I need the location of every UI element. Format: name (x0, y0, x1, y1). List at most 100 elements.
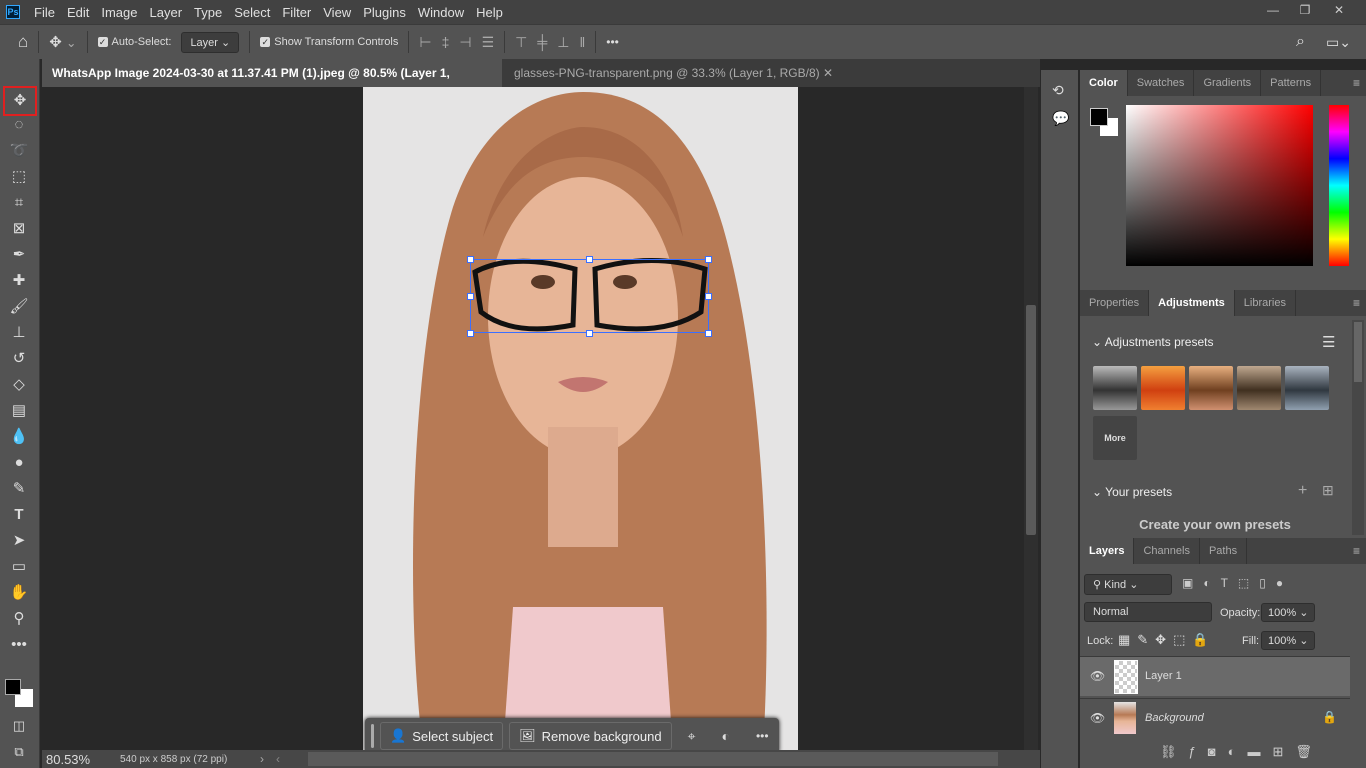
menu-help[interactable]: Help (476, 5, 503, 20)
restore-button[interactable]: ❐ (1288, 0, 1322, 22)
lock-icons[interactable]: ▦✎✥⬚🔒 (1118, 632, 1216, 648)
search-icon[interactable]: ⌕ (1296, 33, 1305, 51)
close-tab-icon[interactable]: ✕ (823, 66, 833, 80)
workspace-icon[interactable]: ▭⌄ (1326, 34, 1351, 51)
path-select-icon[interactable]: ➤ (8, 530, 30, 552)
select-subject-button[interactable]: 👤 Select subject (380, 722, 504, 750)
grid-view-icon[interactable]: ⊞ (1322, 482, 1334, 499)
distribute-icon[interactable]: ☰ (482, 34, 495, 51)
move-tool-icon[interactable]: ✥ (3, 86, 37, 116)
layer-name[interactable]: Background (1145, 712, 1204, 724)
foreground-color-swatch[interactable] (5, 679, 21, 695)
transform-handle[interactable] (586, 256, 593, 263)
foreground-color-swatch[interactable] (1090, 108, 1108, 126)
transform-handle[interactable] (467, 293, 474, 300)
layer-filter-dropdown[interactable]: ⚲ Kind ⌄ (1084, 574, 1172, 595)
tab-paths[interactable]: Paths (1200, 538, 1248, 564)
align-top-icon[interactable]: ⊤ (515, 34, 527, 51)
preset-thumbnail[interactable] (1093, 366, 1137, 410)
tab-libraries[interactable]: Libraries (1235, 290, 1296, 316)
preset-thumbnail[interactable] (1141, 366, 1185, 410)
show-transform-controls-checkbox[interactable]: ✓ Show Transform Controls (260, 36, 398, 48)
transform-handle[interactable] (705, 256, 712, 263)
align-center-icon[interactable]: ‡ (442, 34, 450, 50)
auto-select-target-dropdown[interactable]: Layer ⌄ (181, 31, 240, 53)
tab-swatches[interactable]: Swatches (1128, 70, 1195, 96)
marquee-tool-icon[interactable]: ◌ (8, 114, 30, 136)
tab-gradients[interactable]: Gradients (1194, 70, 1262, 96)
minimize-button[interactable]: — (1256, 0, 1290, 22)
menu-view[interactable]: View (323, 5, 351, 20)
eraser-tool-icon[interactable]: ◇ (8, 374, 30, 396)
blur-tool-icon[interactable]: 💧 (8, 426, 30, 448)
transform-handle[interactable] (586, 330, 593, 337)
gradient-tool-icon[interactable]: ▤ (8, 400, 30, 422)
panel-scrollbar[interactable] (1352, 320, 1364, 535)
opacity-field[interactable]: 100% ⌄ (1261, 603, 1316, 622)
scroll-thumb[interactable] (1026, 305, 1036, 535)
color-field[interactable] (1126, 105, 1313, 266)
comments-icon[interactable]: 💬 (1052, 110, 1069, 127)
hand-tool-icon[interactable]: ✋ (8, 582, 30, 604)
transform-handle[interactable] (467, 256, 474, 263)
clone-stamp-icon[interactable]: ⊥ (8, 322, 30, 344)
layer-filter-icons[interactable]: ▣◐T⬚▯● (1182, 576, 1293, 590)
eyedropper-tool-icon[interactable]: ✒ (8, 244, 30, 266)
list-view-icon[interactable]: ☰ (1322, 333, 1335, 351)
type-tool-icon[interactable]: T (8, 504, 30, 526)
horizontal-scrollbar[interactable] (308, 752, 998, 766)
tab-properties[interactable]: Properties (1080, 290, 1150, 316)
add-preset-icon[interactable]: + (1298, 482, 1307, 500)
document-image[interactable] (363, 87, 798, 750)
home-icon[interactable]: ⌂ (18, 32, 28, 52)
quick-mask-icon[interactable]: ◫ (8, 715, 30, 737)
brush-tool-icon[interactable]: 🖌 (8, 296, 30, 318)
hue-slider[interactable] (1329, 105, 1349, 266)
visibility-eye-icon[interactable]: 👁 (1090, 711, 1105, 725)
menu-filter[interactable]: Filter (282, 5, 311, 20)
preset-thumbnail[interactable] (1237, 366, 1281, 410)
crop-tool-icon[interactable]: ⌗ (8, 192, 30, 214)
history-icon[interactable]: ⟲ (1052, 82, 1064, 99)
layer-row[interactable]: 👁 Background 🔒 (1080, 698, 1350, 738)
tab-color[interactable]: Color (1080, 70, 1128, 96)
scroll-left-icon[interactable]: ‹ (276, 752, 280, 766)
more-presets-button[interactable]: More (1093, 416, 1137, 460)
status-arrow-icon[interactable]: › (260, 752, 264, 766)
screen-mode-icon[interactable]: ⧉ (8, 741, 30, 763)
tab-channels[interactable]: Channels (1134, 538, 1200, 564)
zoom-tool-icon[interactable]: ⚲ (8, 608, 30, 630)
auto-select-checkbox[interactable]: ✓ Auto-Select: (97, 36, 171, 48)
lasso-tool-icon[interactable]: ➰ (8, 140, 30, 162)
distribute-vertical-icon[interactable]: ‖ (579, 34, 585, 50)
align-right-icon[interactable]: ⊣ (459, 34, 471, 51)
transform-handle[interactable] (705, 330, 712, 337)
close-window-button[interactable]: ✕ (1322, 0, 1356, 22)
menu-file[interactable]: File (34, 5, 55, 20)
adjustment-icon[interactable]: ◐ (722, 728, 730, 744)
layer-row[interactable]: 👁 Layer 1 (1080, 656, 1350, 696)
transform-bounding-box[interactable] (470, 259, 709, 333)
layer-name[interactable]: Layer 1 (1145, 670, 1182, 682)
transform-icon[interactable]: ⌖ (688, 728, 696, 745)
more-options-button[interactable]: ••• (606, 35, 619, 49)
menu-type[interactable]: Type (194, 5, 222, 20)
tab-adjustments[interactable]: Adjustments (1149, 290, 1235, 316)
object-select-tool-icon[interactable]: ⬚ (8, 166, 30, 188)
tab-patterns[interactable]: Patterns (1261, 70, 1322, 96)
history-brush-icon[interactable]: ↺ (8, 348, 30, 370)
visibility-eye-icon[interactable]: 👁 (1090, 669, 1105, 683)
tab-document-2[interactable]: glasses-PNG-transparent.png @ 33.3% (Lay… (504, 59, 843, 87)
pen-tool-icon[interactable]: ✎ (8, 478, 30, 500)
blend-mode-dropdown[interactable]: Normal (1084, 602, 1212, 622)
menu-edit[interactable]: Edit (67, 5, 89, 20)
healing-brush-icon[interactable]: ✚ (8, 270, 30, 292)
menu-window[interactable]: Window (418, 5, 464, 20)
layers-footer-icons[interactable]: ⛓ƒ◙◐▬⊞🗑 (1160, 744, 1324, 760)
preset-thumbnail[interactable] (1285, 366, 1329, 410)
fill-field[interactable]: 100% ⌄ (1261, 631, 1316, 650)
more-button[interactable]: ••• (756, 729, 769, 743)
your-presets-header[interactable]: ⌄ Your presets (1092, 485, 1172, 499)
tab-document-1[interactable]: WhatsApp Image 2024-03-30 at 11.37.41 PM… (42, 59, 502, 108)
align-bottom-icon[interactable]: ⊥ (557, 34, 569, 51)
